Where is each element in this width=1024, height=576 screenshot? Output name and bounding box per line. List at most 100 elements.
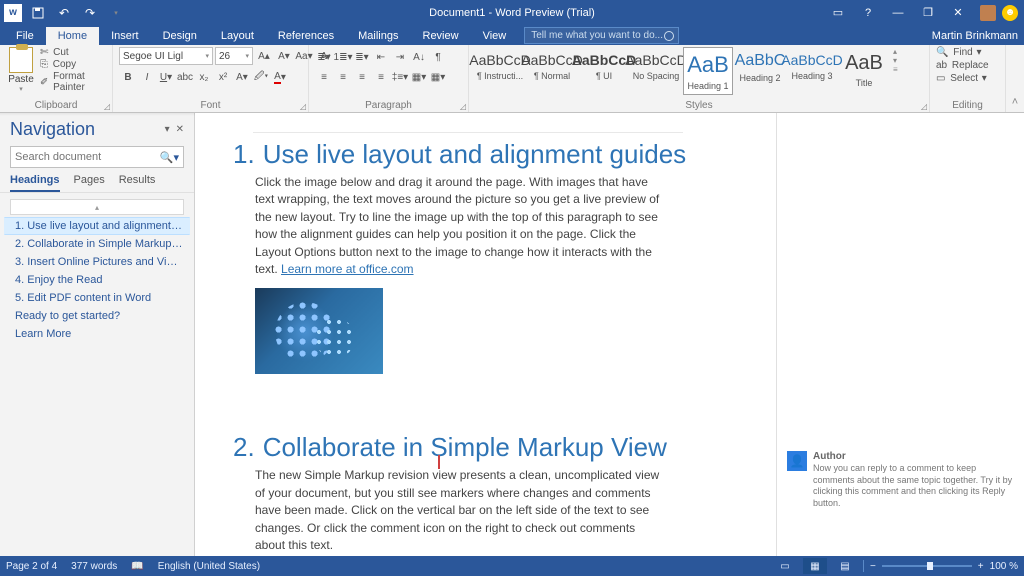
replace-button[interactable]: ab Replace xyxy=(936,60,989,71)
nav-item[interactable]: Ready to get started? xyxy=(4,307,190,325)
help-icon[interactable]: ? xyxy=(854,2,882,24)
style-heading-3[interactable]: AaBbCcDHeading 3 xyxy=(787,47,837,95)
shrink-font-icon[interactable]: A▾ xyxy=(275,48,293,64)
styles-gallery-expand[interactable]: ▴▾≡ xyxy=(893,47,907,74)
nav-tab-results[interactable]: Results xyxy=(119,174,156,192)
minimize-icon[interactable]: — xyxy=(884,2,912,24)
underline-icon[interactable]: U▾ xyxy=(157,69,175,85)
cut-button[interactable]: ✄ Cut xyxy=(40,47,106,58)
collapse-ribbon-icon[interactable]: ˄ xyxy=(1006,45,1024,112)
text-effects-icon[interactable]: A▾ xyxy=(233,69,251,85)
style-heading-2[interactable]: AaBbCHeading 2 xyxy=(735,47,785,95)
show-marks-icon[interactable]: ¶ xyxy=(429,49,447,65)
tell-me-input[interactable]: Tell me what you want to do... xyxy=(524,27,679,44)
view-print-icon[interactable]: ▦ xyxy=(803,558,827,574)
tab-mailings[interactable]: Mailings xyxy=(346,27,410,45)
close-icon[interactable]: ✕ xyxy=(944,2,972,24)
dialog-launcher-icon[interactable]: ◿ xyxy=(300,102,306,111)
nav-jump-top[interactable]: ▴ xyxy=(10,199,184,215)
subscript-icon[interactable]: x₂ xyxy=(195,69,213,85)
tab-references[interactable]: References xyxy=(266,27,346,45)
line-spacing-icon[interactable]: ‡≡▾ xyxy=(391,69,409,85)
multilevel-icon[interactable]: ≣▾ xyxy=(353,49,371,65)
nav-item[interactable]: 1. Use live layout and alignment gui... xyxy=(4,217,190,235)
zoom-level[interactable]: 100 % xyxy=(990,561,1018,572)
feedback-icon[interactable]: ☻ xyxy=(1002,5,1018,21)
inline-image[interactable] xyxy=(255,288,383,374)
justify-icon[interactable]: ≡ xyxy=(372,69,390,85)
decrease-indent-icon[interactable]: ⇤ xyxy=(372,49,390,65)
tab-file[interactable]: File xyxy=(4,27,46,45)
format-painter-button[interactable]: ✐ Format Painter xyxy=(40,71,106,93)
font-color-icon[interactable]: A▾ xyxy=(271,69,289,85)
view-web-icon[interactable]: ▤ xyxy=(833,558,857,574)
increase-indent-icon[interactable]: ⇥ xyxy=(391,49,409,65)
signed-in-user[interactable]: Martin Brinkmann xyxy=(932,30,1024,45)
nav-item[interactable]: Learn More xyxy=(4,325,190,343)
nav-item[interactable]: 5. Edit PDF content in Word xyxy=(4,289,190,307)
highlight-icon[interactable]: 🖉▾ xyxy=(252,69,270,85)
font-size-input[interactable]: 26▾ xyxy=(215,47,253,65)
nav-dropdown-icon[interactable]: ▾ xyxy=(165,124,170,135)
revision-marker[interactable] xyxy=(438,455,440,469)
dialog-launcher-icon[interactable]: ◿ xyxy=(921,102,927,111)
body-paragraph[interactable]: Click the image below and drag it around… xyxy=(233,174,663,278)
tab-home[interactable]: Home xyxy=(46,27,99,45)
sort-icon[interactable]: A↓ xyxy=(410,49,428,65)
zoom-in-icon[interactable]: + xyxy=(978,561,984,572)
style-normal[interactable]: AaBbCcD¶ Normal xyxy=(527,47,577,95)
nav-item[interactable]: 3. Insert Online Pictures and Video xyxy=(4,253,190,271)
maximize-icon[interactable]: ❐ xyxy=(914,2,942,24)
qat-customize-icon[interactable]: ▾ xyxy=(106,3,126,23)
numbering-icon[interactable]: 1≣▾ xyxy=(334,49,352,65)
nav-tab-pages[interactable]: Pages xyxy=(74,174,105,192)
status-words[interactable]: 377 words xyxy=(71,561,117,572)
status-language[interactable]: English (United States) xyxy=(158,561,260,572)
nav-item[interactable]: 4. Enjoy the Read xyxy=(4,271,190,289)
save-icon[interactable] xyxy=(28,3,48,23)
nav-close-icon[interactable]: ✕ xyxy=(176,124,184,135)
bullets-icon[interactable]: ≣▾ xyxy=(315,49,333,65)
status-proofing-icon[interactable]: 📖 xyxy=(131,561,143,572)
align-left-icon[interactable]: ≡ xyxy=(315,69,333,85)
nav-item[interactable]: 2. Collaborate in Simple Markup View xyxy=(4,235,190,253)
user-avatar[interactable] xyxy=(980,5,996,21)
search-icon[interactable]: 🔍▾ xyxy=(160,151,179,164)
body-paragraph[interactable]: The new Simple Markup revision view pres… xyxy=(233,467,663,554)
learn-more-link[interactable]: Learn more at office.com xyxy=(281,262,414,276)
dialog-launcher-icon[interactable]: ◿ xyxy=(460,102,466,111)
undo-icon[interactable]: ↶ xyxy=(54,3,74,23)
nav-tab-headings[interactable]: Headings xyxy=(10,174,60,192)
superscript-icon[interactable]: x² xyxy=(214,69,232,85)
search-input[interactable] xyxy=(15,151,160,163)
comment[interactable]: 👤 Author Now you can reply to a comment … xyxy=(787,451,1014,510)
font-name-input[interactable]: Segoe UI Ligl▾ xyxy=(119,47,213,65)
align-right-icon[interactable]: ≡ xyxy=(353,69,371,85)
tab-review[interactable]: Review xyxy=(411,27,471,45)
shading-icon[interactable]: ▦▾ xyxy=(410,69,428,85)
dialog-launcher-icon[interactable]: ◿ xyxy=(104,102,110,111)
style-no-spacing[interactable]: AaBbCcDNo Spacing xyxy=(631,47,681,95)
align-center-icon[interactable]: ≡ xyxy=(334,69,352,85)
zoom-out-icon[interactable]: − xyxy=(870,561,876,572)
tab-design[interactable]: Design xyxy=(151,27,209,45)
status-page[interactable]: Page 2 of 4 xyxy=(6,561,57,572)
select-button[interactable]: ▭ Select ▾ xyxy=(936,73,987,84)
redo-icon[interactable]: ↷ xyxy=(80,3,100,23)
grow-font-icon[interactable]: A▴ xyxy=(255,48,273,64)
borders-icon[interactable]: ▦▾ xyxy=(429,69,447,85)
style-ui[interactable]: AaBbCcD¶ UI xyxy=(579,47,629,95)
style-heading-1[interactable]: AaBHeading 1 xyxy=(683,47,733,95)
find-button[interactable]: 🔍 Find ▾ xyxy=(936,47,982,58)
paste-button[interactable]: Paste ▾ xyxy=(6,47,36,93)
style-instructions[interactable]: AaBbCcD¶ Instructi... xyxy=(475,47,525,95)
bold-icon[interactable]: B xyxy=(119,69,137,85)
style-title[interactable]: AaBTitle xyxy=(839,47,889,95)
tab-layout[interactable]: Layout xyxy=(209,27,266,45)
zoom-slider[interactable] xyxy=(882,565,972,567)
copy-button[interactable]: ⎘ Copy xyxy=(40,59,106,70)
tab-insert[interactable]: Insert xyxy=(99,27,151,45)
italic-icon[interactable]: I xyxy=(138,69,156,85)
tab-view[interactable]: View xyxy=(471,27,519,45)
ribbon-options-icon[interactable]: ▭ xyxy=(824,2,852,24)
